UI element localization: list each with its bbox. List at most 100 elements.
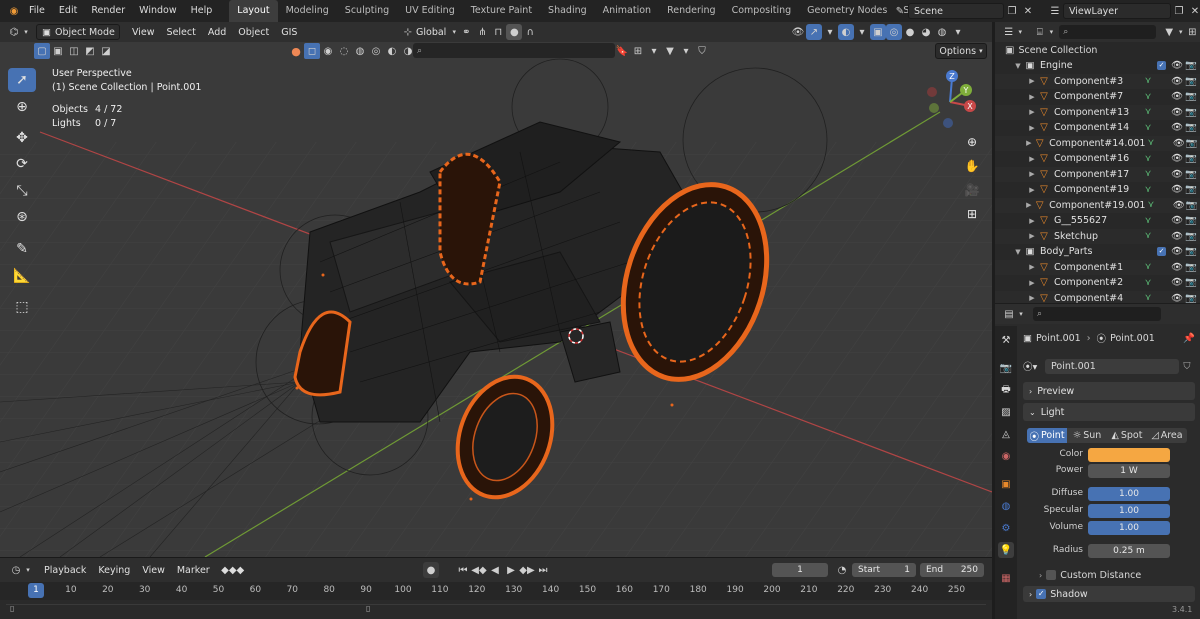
display-mode-icon[interactable]: ⌸ — [1032, 24, 1047, 40]
outliner-search-input[interactable]: ⌕ — [1059, 25, 1156, 39]
menu-window[interactable]: Window — [132, 0, 183, 22]
tab-uv-editing[interactable]: UV Editing — [397, 0, 463, 22]
visibility-icon[interactable]: 👁 — [790, 24, 806, 40]
outliner-object-row[interactable]: ▶ ▽ Component#17 ⋎ 👁 📷 — [995, 166, 1200, 182]
texture-tab[interactable]: ▦ — [998, 570, 1014, 586]
annotate-tool-button[interactable]: ✎ — [8, 237, 36, 261]
expand-down-icon[interactable]: ▼ — [1013, 248, 1023, 256]
end-frame-field[interactable]: End 250 — [920, 563, 984, 577]
menu-render[interactable]: Render — [84, 0, 132, 22]
camera-render-icon[interactable]: 📷 — [1184, 91, 1198, 102]
light-type-area[interactable]: ◿ Area — [1147, 430, 1187, 441]
camera-render-icon[interactable]: 📷 — [1184, 246, 1198, 257]
eye-icon[interactable]: 👁 — [1170, 246, 1184, 257]
expand-right-icon[interactable]: ▶ — [1027, 263, 1037, 271]
output-tab[interactable]: 🖶 — [998, 382, 1014, 398]
filter-other-icon[interactable]: ◐ — [384, 43, 400, 59]
physics-tab[interactable]: ◍ — [998, 498, 1014, 514]
scene-icon[interactable]: ✎ — [892, 3, 908, 19]
select-box-icon[interactable]: ▢ — [34, 43, 50, 59]
mesh-data-icon[interactable]: ⋎ — [1142, 293, 1154, 303]
mesh-data-icon[interactable]: ⋎ — [1142, 123, 1154, 133]
outliner-object-row[interactable]: ▶ ▽ Component#13 ⋎ 👁 📷 — [995, 104, 1200, 120]
outliner-collection-row[interactable]: ▼ ▣ Body_Parts ✓ 👁 📷 — [995, 244, 1200, 260]
outliner-object-row[interactable]: ▶ ▽ Component#14.001 ⋎ 👁 📷 — [995, 135, 1200, 151]
eye-icon[interactable]: 👁 — [1170, 91, 1184, 102]
menu-edit[interactable]: Edit — [52, 0, 84, 22]
filter-empty-icon[interactable]: ◎ — [368, 43, 384, 59]
filter-curve-icon[interactable]: ◉ — [320, 43, 336, 59]
filter-icon[interactable]: ▼ — [1162, 24, 1177, 40]
camera-render-icon[interactable]: 📷 — [1184, 122, 1198, 133]
orientation-label[interactable]: Global — [416, 27, 446, 38]
viewport-menu-gis[interactable]: GIS — [275, 27, 303, 38]
tab-shading[interactable]: Shading — [540, 0, 595, 22]
bookmark-icon[interactable]: 🔖 — [614, 43, 630, 59]
expand-right-icon[interactable]: ▶ — [1024, 139, 1033, 147]
prev-keyframe-icon[interactable]: ◀◆ — [471, 562, 487, 578]
fake-user-shield-icon[interactable]: ⛉ — [1179, 361, 1195, 372]
diffuse-field[interactable]: 1.00 — [1088, 487, 1170, 501]
add-cube-tool-button[interactable]: ⬚ — [8, 295, 36, 319]
timeline-menu-keying[interactable]: Keying — [92, 565, 136, 576]
mesh-data-icon[interactable]: ⋎ — [1142, 278, 1154, 288]
volume-field[interactable]: 1.00 — [1088, 521, 1170, 535]
tool-tab[interactable]: ⚒ — [998, 332, 1014, 348]
menu-file[interactable]: File — [22, 0, 52, 22]
select-extend-icon[interactable]: ▣ — [50, 43, 66, 59]
tab-texture-paint[interactable]: Texture Paint — [463, 0, 540, 22]
keyframe-icons[interactable]: ◆◆◆ — [216, 562, 250, 578]
timeline-menu-view[interactable]: View — [136, 565, 171, 576]
scroll-handle-right-icon[interactable]: ▯ — [366, 604, 370, 613]
eye-icon[interactable]: 👁 — [1170, 293, 1184, 303]
mesh-data-icon[interactable]: ⋎ — [1142, 185, 1154, 195]
proportional-edit-icon[interactable]: ● — [506, 24, 523, 40]
camera-render-icon[interactable]: 📷 — [1184, 277, 1198, 288]
gizmo-toggle-icon[interactable]: ↗ — [806, 24, 822, 40]
tab-modeling[interactable]: Modeling — [278, 0, 337, 22]
eye-icon[interactable]: 👁 — [1170, 107, 1184, 118]
camera-render-icon[interactable]: 📷 — [1185, 138, 1198, 149]
cursor-tool-button[interactable]: ⊕ — [8, 95, 36, 119]
timeline-ruler[interactable]: 1 10 20 30 40 50 60 70 80 90 100 110 120 130 140 150 160… — [0, 582, 992, 600]
jump-end-icon[interactable]: ⏭ — [535, 562, 551, 578]
mesh-data-icon[interactable]: ⋎ — [1142, 231, 1154, 241]
blender-logo-icon[interactable]: ◉ — [6, 3, 22, 19]
view-layer-selector[interactable]: ViewLayer — [1063, 3, 1171, 19]
options-dropdown[interactable]: Options ▾ — [935, 43, 987, 59]
navigation-gizmo[interactable]: Z X Y — [922, 68, 978, 130]
rotate-tool-button[interactable]: ⟳ — [8, 152, 36, 176]
eye-icon[interactable]: 👁 — [1170, 60, 1184, 71]
start-frame-field[interactable]: Start 1 — [852, 563, 916, 577]
stopwatch-icon[interactable]: ◔ — [834, 562, 850, 578]
expand-right-icon[interactable]: ▶ — [1027, 155, 1037, 163]
eye-icon[interactable]: 👁 — [1172, 200, 1185, 211]
viewport-menu-add[interactable]: Add — [202, 27, 232, 38]
render-tab[interactable]: 📷 — [998, 360, 1014, 376]
camera-view-button[interactable]: 🎥 — [962, 180, 982, 200]
camera-render-icon[interactable]: 📷 — [1184, 153, 1198, 164]
tab-animation[interactable]: Animation — [595, 0, 659, 22]
exclude-checkbox[interactable]: ✓ — [1157, 247, 1166, 257]
viewport-menu-object[interactable]: Object — [232, 27, 275, 38]
exclude-checkbox[interactable]: ✓ — [1157, 61, 1166, 71]
snap-icon[interactable]: ⋔ — [474, 24, 490, 40]
expand-right-icon[interactable]: ▶ — [1027, 232, 1037, 240]
expand-right-icon[interactable]: ▶ — [1027, 294, 1037, 302]
expand-right-icon[interactable]: ▶ — [1027, 186, 1037, 194]
outliner-object-row[interactable]: ▶ ▽ Component#16 ⋎ 👁 📷 — [995, 151, 1200, 167]
close-view-layer-icon[interactable]: ✕ — [1187, 3, 1200, 19]
wireframe-shading-icon[interactable]: ◎ — [886, 24, 902, 40]
transform-tool-button[interactable]: ⊛ — [8, 205, 36, 229]
overlays-toggle-icon[interactable]: ◐ — [838, 24, 854, 40]
ortho-toggle-button[interactable]: ⊞ — [962, 204, 982, 224]
eye-icon[interactable]: 👁 — [1170, 277, 1184, 288]
play-reverse-icon[interactable]: ◀ — [487, 562, 503, 578]
world-tab[interactable]: ◉ — [998, 448, 1014, 464]
eye-icon[interactable]: 👁 — [1170, 122, 1184, 133]
select-intersect-icon[interactable]: ◪ — [98, 43, 114, 59]
light-type-point[interactable]: ⦿ Point — [1027, 428, 1067, 443]
mesh-data-icon[interactable]: ⋎ — [1142, 92, 1154, 102]
color-swatch[interactable] — [1088, 448, 1170, 462]
light-type-spot[interactable]: ◭ Spot — [1107, 430, 1147, 441]
